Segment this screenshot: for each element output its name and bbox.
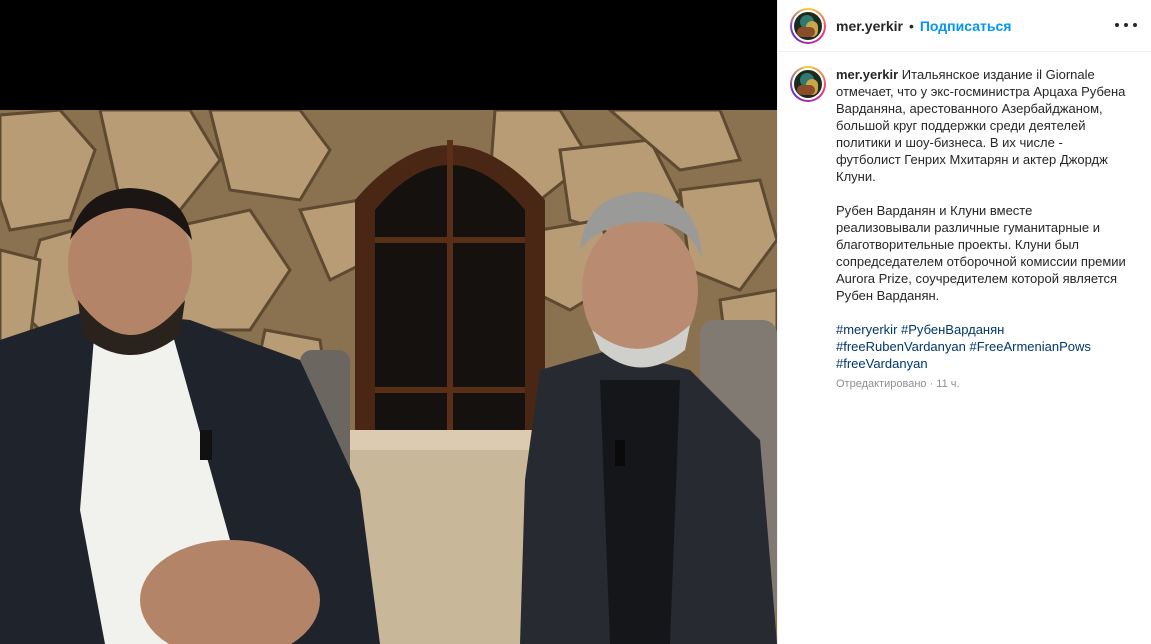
avatar[interactable]	[790, 7, 826, 44]
post-header: mer.yerkir • Подписаться	[778, 0, 1151, 52]
post-photo	[0, 110, 777, 644]
caption: mer.yerkir Итальянское издание il Giorna…	[836, 66, 1126, 393]
hashtag[interactable]: #freeVardanyan	[836, 356, 928, 371]
caption-avatar[interactable]	[790, 66, 826, 102]
timestamp[interactable]: 11 ч.	[936, 378, 959, 390]
caption-username[interactable]: mer.yerkir	[836, 67, 898, 82]
follow-button[interactable]: Подписаться	[920, 18, 1012, 34]
post-meta: Отредактировано · 11 ч.	[836, 378, 960, 390]
more-options-icon[interactable]	[1115, 14, 1137, 36]
hashtag[interactable]: #meryerkir	[836, 322, 897, 337]
edited-label: Отредактировано	[836, 378, 927, 390]
hashtag[interactable]: #РубенВарданян	[901, 322, 1004, 337]
caption-paragraph-2: Рубен Варданян и Клуни вместе реализовыв…	[836, 203, 1126, 303]
post-side-panel: mer.yerkir • Подписаться mer.yerkir Итал…	[777, 0, 1151, 644]
caption-text-1: Итальянское издание il Giornale отмечает…	[836, 67, 1126, 184]
hashtag[interactable]: #freeRubenVardanyan	[836, 339, 966, 354]
caption-paragraph-1: mer.yerkir Итальянское издание il Giorna…	[836, 66, 1126, 185]
caption-block: mer.yerkir Итальянское издание il Giorna…	[778, 52, 1151, 393]
post-media[interactable]	[0, 0, 777, 644]
hashtags: #meryerkir #РубенВарданян #freeRubenVard…	[836, 321, 1126, 372]
header-username[interactable]: mer.yerkir	[836, 18, 903, 34]
hashtag[interactable]: #FreeArmenianPows	[969, 339, 1090, 354]
separator-dot: •	[908, 17, 914, 34]
